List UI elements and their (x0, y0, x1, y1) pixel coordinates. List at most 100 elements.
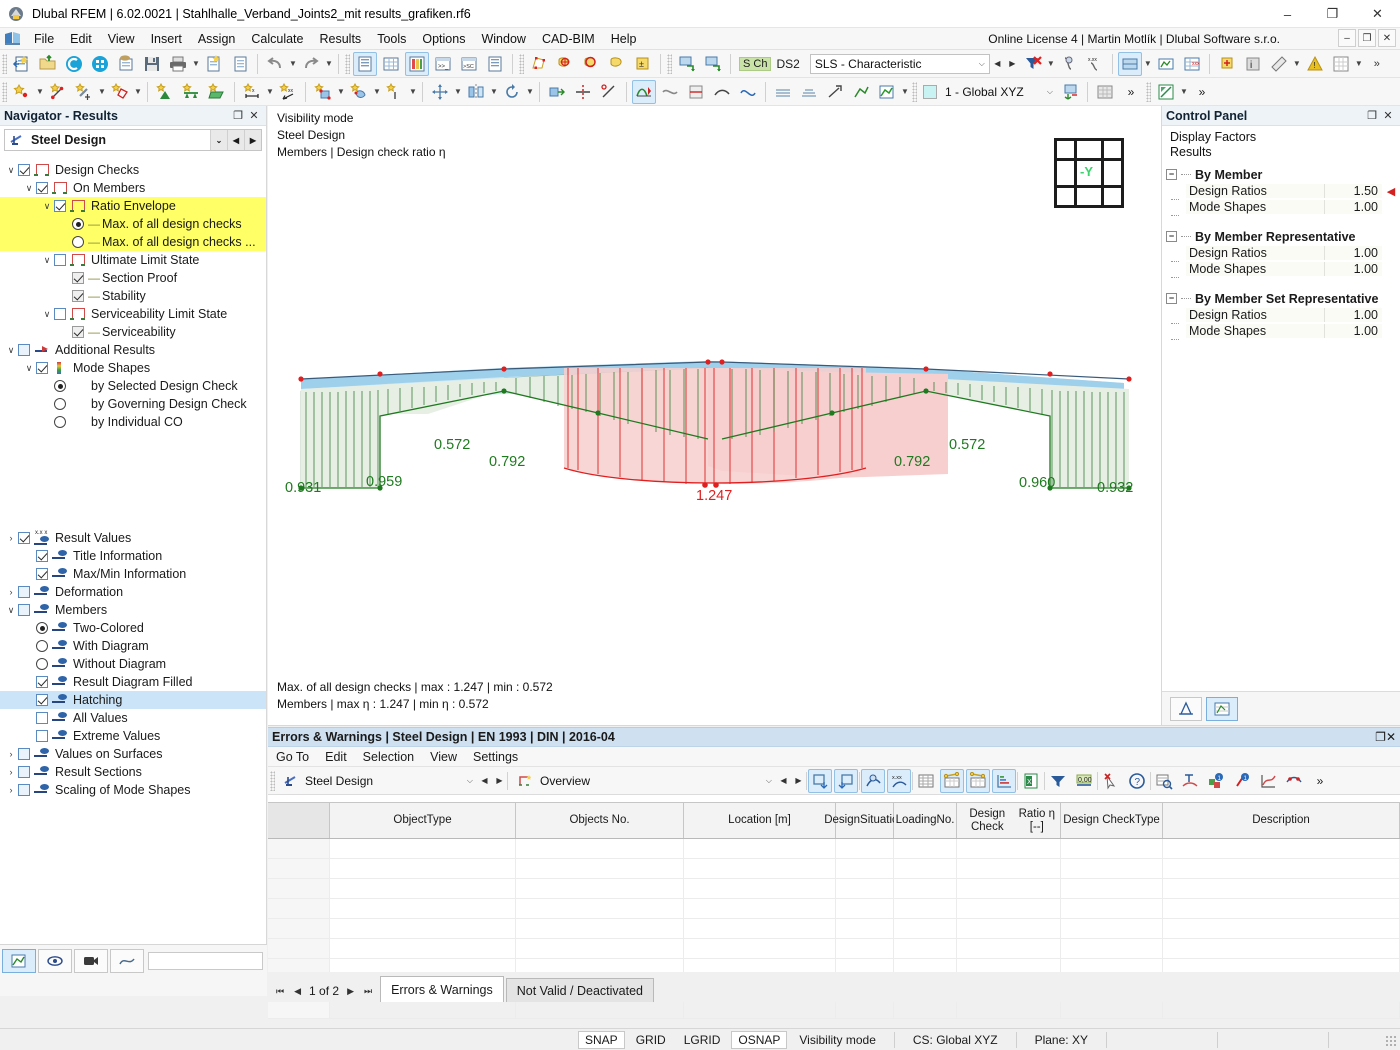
table-panel-toolbar[interactable]: Steel Design ⌵ ◀ ▶ Overview ⌵ ◀ ▶ (268, 767, 1400, 795)
go-to-next-button[interactable] (808, 769, 832, 793)
toolbar2-grip[interactable] (2, 82, 7, 102)
rotate-dropdown[interactable]: ▼ (525, 81, 535, 103)
control-panel-restore-icon[interactable]: ❐ (1364, 108, 1380, 124)
control-panel-close-icon[interactable]: ✕ (1380, 108, 1396, 124)
table-module-prev-button[interactable]: ◀ (477, 771, 492, 791)
grid-column-header[interactable]: Design CheckRatio η [--] (957, 803, 1061, 838)
undo-button[interactable] (263, 52, 287, 76)
checkbox[interactable] (18, 748, 30, 760)
radio-button[interactable] (36, 640, 48, 652)
grid-column-header[interactable]: ObjectType (330, 803, 516, 838)
table-cell[interactable] (894, 899, 957, 918)
table-cell[interactable] (1163, 859, 1400, 878)
result-section-button[interactable] (736, 80, 760, 104)
tree-item-title-information[interactable]: Title Information (0, 547, 266, 565)
table-cell[interactable] (1163, 919, 1400, 938)
results-grid[interactable]: ObjectTypeObjects No.Location [m]DesignS… (268, 802, 1400, 972)
expander-icon[interactable]: › (4, 785, 18, 795)
table-menu-settings[interactable]: Settings (465, 748, 526, 766)
table-module-combo[interactable]: Steel Design ⌵ (279, 771, 477, 791)
table-cell[interactable] (330, 839, 516, 858)
table-menu-edit[interactable]: Edit (317, 748, 355, 766)
window-controls[interactable]: – ❐ ✕ (1265, 0, 1400, 28)
table-panel-restore-icon[interactable]: ❐ (1375, 730, 1386, 744)
table-cell[interactable] (894, 879, 957, 898)
deselect-button[interactable] (1099, 769, 1123, 793)
close-button[interactable]: ✕ (1355, 0, 1400, 28)
tree-item-members[interactable]: ∨Members (0, 601, 266, 619)
table-cell[interactable] (268, 899, 330, 918)
table-view-chevron-down-icon[interactable]: ⌵ (760, 776, 772, 786)
navigator-tab-display-button[interactable] (38, 949, 72, 973)
iso-surfaces-button[interactable] (771, 80, 795, 104)
mirror-dropdown[interactable]: ▼ (489, 81, 499, 103)
new-surface-dropdown[interactable]: ▼ (133, 81, 143, 103)
toolbar-overflow-button[interactable]: » (1365, 52, 1389, 76)
tree-item-without-diagram[interactable]: Without Diagram (0, 655, 266, 673)
snap-settings-button[interactable] (1215, 52, 1239, 76)
console-button[interactable]: >>_ (431, 52, 455, 76)
status-toggle-grid[interactable]: GRID (629, 1031, 673, 1049)
toolbar-grip-2[interactable] (345, 54, 350, 74)
table-module-next-button[interactable]: ▶ (492, 771, 507, 791)
table-cell[interactable] (957, 899, 1061, 918)
results-table-button[interactable]: xxx (1180, 52, 1204, 76)
rfem-icon-button[interactable] (62, 52, 86, 76)
expander-icon[interactable]: › (4, 767, 18, 777)
toolbar2-grip-3[interactable] (1146, 82, 1151, 102)
render-dropdown-caret[interactable]: ▼ (1143, 53, 1153, 75)
navigator-tab-views-button[interactable] (74, 949, 108, 973)
info-1-button[interactable]: 1 (1204, 769, 1228, 793)
measure-button[interactable] (1267, 52, 1291, 76)
redo-dropdown-caret[interactable]: ▼ (324, 53, 334, 75)
navigator-tab-printout-button[interactable] (110, 949, 144, 973)
menu-view[interactable]: View (100, 30, 143, 48)
collapse-icon[interactable]: − (1166, 293, 1177, 304)
tree-item-by-governing-design-check[interactable]: by Governing Design Check (0, 395, 266, 413)
navigator-toggle-button[interactable] (353, 52, 377, 76)
table-menu-selection[interactable]: Selection (355, 748, 422, 766)
info-2-button[interactable]: 1 (1230, 769, 1254, 793)
collapse-icon[interactable]: − (1166, 231, 1177, 242)
expander-icon[interactable]: › (4, 587, 18, 597)
checkbox[interactable] (18, 164, 30, 176)
expander-icon[interactable]: ∨ (22, 363, 36, 374)
tree-item-with-diagram[interactable]: With Diagram (0, 637, 266, 655)
checkbox[interactable] (72, 272, 84, 284)
nodal-load-dropdown[interactable]: ▼ (265, 81, 275, 103)
new-model-button[interactable] (10, 52, 34, 76)
table-cell[interactable] (1061, 899, 1163, 918)
tree-item-values-on-surfaces[interactable]: ›Values on Surfaces (0, 745, 266, 763)
display-factor-row[interactable]: Design Ratios1.00 (1162, 245, 1400, 261)
checkbox[interactable] (18, 532, 30, 544)
checkbox[interactable] (18, 784, 30, 796)
checkbox[interactable] (18, 604, 30, 616)
table-cell[interactable] (1163, 899, 1400, 918)
print-graphic-button[interactable] (1154, 52, 1178, 76)
menu-file[interactable]: File (26, 30, 62, 48)
decimal-places-button[interactable]: 0,00 (1072, 769, 1096, 793)
tree-item-result-values[interactable]: ›x.x xResult Values (0, 529, 266, 547)
tree-item-hatching[interactable]: Hatching (0, 691, 266, 709)
object-info-button[interactable]: i (1241, 52, 1265, 76)
table-cell[interactable] (268, 919, 330, 938)
table-row[interactable] (268, 919, 1400, 939)
maximize-button[interactable]: ❐ (1310, 0, 1355, 28)
checkbox[interactable] (18, 766, 30, 778)
pager-prev-button[interactable]: ◀ (292, 986, 303, 997)
tree-item-all-values[interactable]: All Values (0, 709, 266, 727)
excel-export-dropdown[interactable]: ▼ (1179, 81, 1189, 103)
table-row[interactable] (268, 899, 1400, 919)
radio-button[interactable] (72, 236, 84, 248)
print-report-button[interactable] (202, 52, 226, 76)
new-contact-dropdown[interactable]: ▼ (372, 81, 382, 103)
table-tab[interactable]: Errors & Warnings (380, 976, 504, 1002)
table-cell[interactable] (1061, 839, 1163, 858)
table-row[interactable] (268, 939, 1400, 959)
help-button[interactable]: ? (1125, 769, 1149, 793)
display-factor-row[interactable]: Mode Shapes1.00 (1162, 261, 1400, 277)
table-cell[interactable] (957, 919, 1061, 938)
show-numeric-values-button[interactable]: x.xx (887, 769, 911, 793)
new-contact-button[interactable] (347, 80, 371, 104)
table-view-combo[interactable]: Overview ⌵ (514, 771, 776, 791)
